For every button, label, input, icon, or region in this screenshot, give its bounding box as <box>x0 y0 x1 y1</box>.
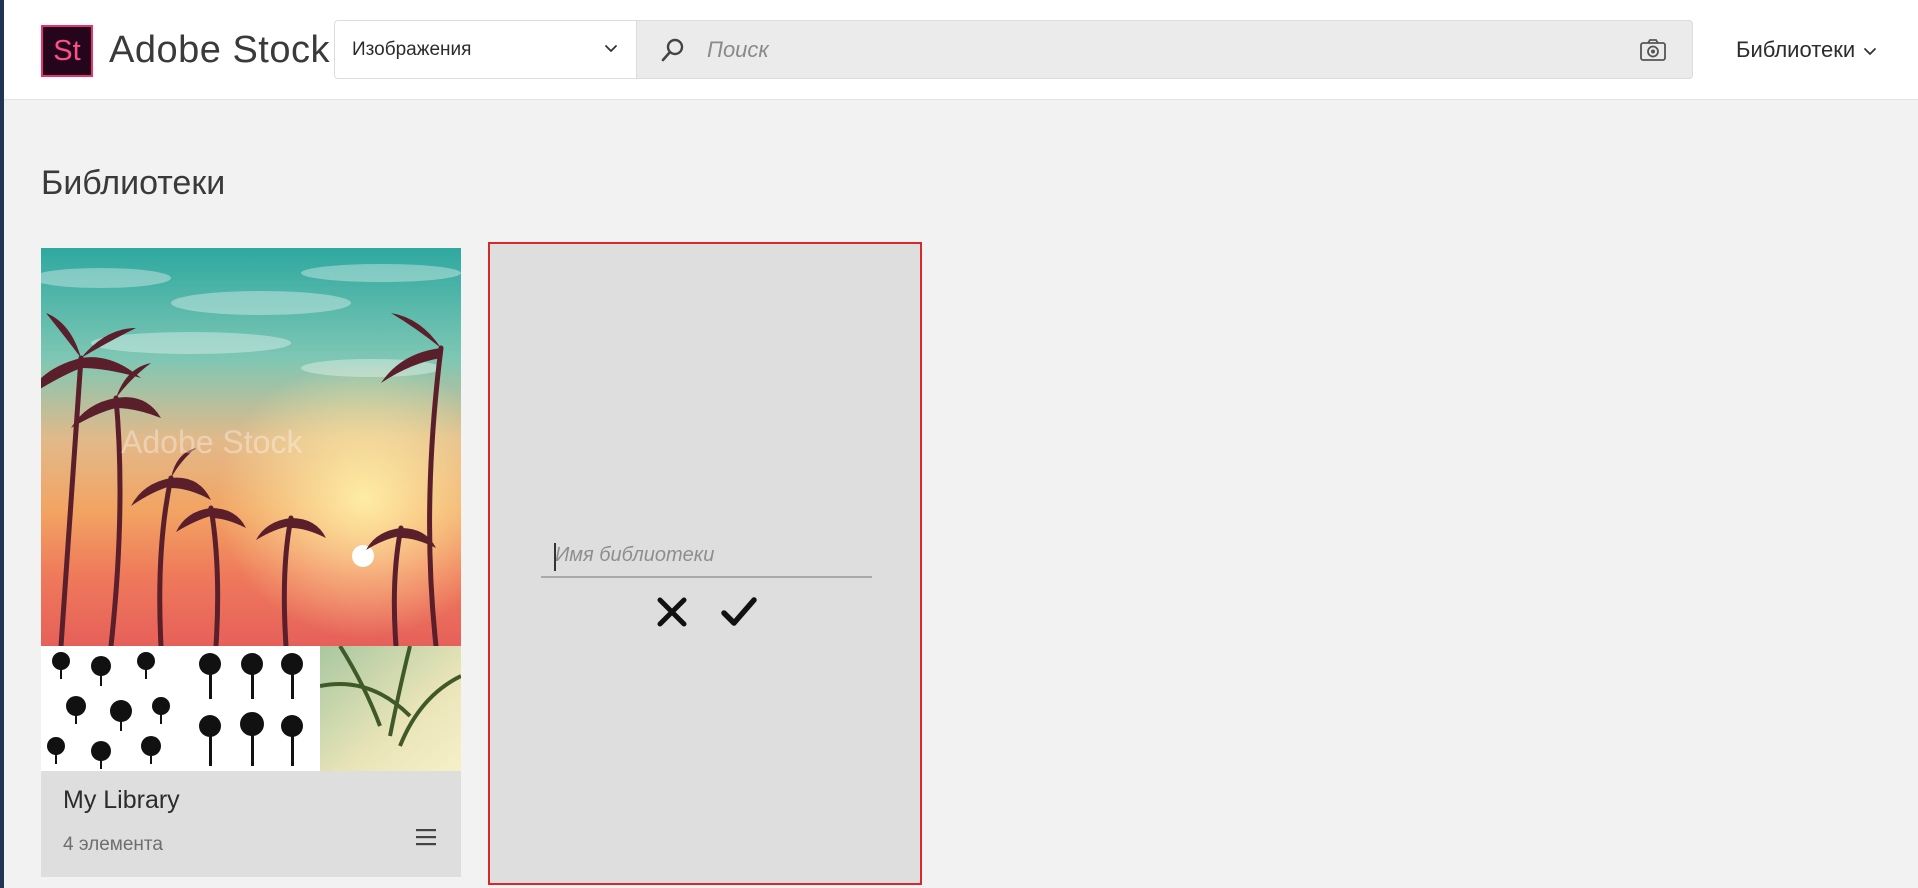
library-item-count: 4 элемента <box>63 834 163 855</box>
camera-icon[interactable] <box>1639 37 1667 63</box>
library-name: My Library <box>63 786 180 814</box>
page-title: Библиотеки <box>41 164 226 202</box>
search-input[interactable] <box>707 21 1587 78</box>
adobe-stock-logo[interactable]: St <box>41 25 93 77</box>
palm-leaves-photo-thumbnail <box>320 646 461 771</box>
chevron-down-icon <box>1864 48 1877 56</box>
search-scope-dropdown[interactable]: Изображения <box>335 21 637 78</box>
library-card[interactable]: Adobe Stock My Library 4 элемента <box>41 248 461 877</box>
brand-name[interactable]: Adobe Stock <box>109 26 330 74</box>
search-scope-label: Изображения <box>352 39 472 60</box>
hamburger-menu-icon[interactable] <box>415 826 437 848</box>
library-thumbnails <box>41 646 461 771</box>
chevron-down-icon <box>605 45 617 52</box>
text-caret <box>554 543 556 571</box>
new-library-card <box>488 242 922 885</box>
palm-trees-thumbnail <box>180 646 320 771</box>
search-icon <box>661 38 684 62</box>
search-bar: Изображения <box>334 20 1693 79</box>
library-cover-image: Adobe Stock <box>41 248 461 646</box>
palm-silhouettes-thumbnail <box>41 646 180 771</box>
checkmark-icon[interactable] <box>719 592 759 632</box>
libraries-menu-label: Библиотеки <box>1736 37 1856 62</box>
cover-watermark: Adobe Stock <box>121 424 303 460</box>
page: St Adobe Stock Изображения Библио <box>0 0 1918 888</box>
close-icon[interactable] <box>652 592 692 632</box>
top-bar: St Adobe Stock Изображения Библио <box>4 0 1918 100</box>
library-name-input[interactable] <box>541 534 872 578</box>
libraries-menu[interactable]: Библиотеки <box>1736 26 1877 74</box>
